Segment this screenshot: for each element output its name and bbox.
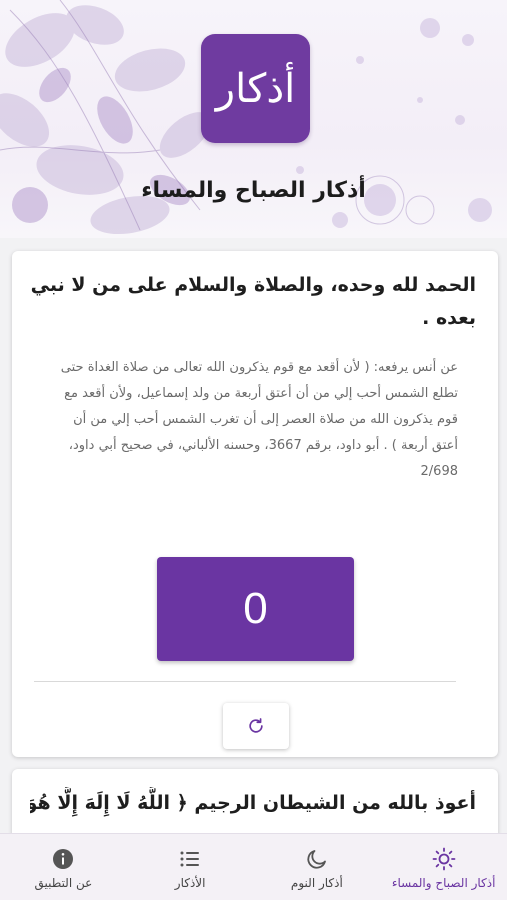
- divider: [34, 681, 456, 682]
- nav-label: أذكار الصباح والمساء: [391, 876, 496, 890]
- nav-item-about[interactable]: عن التطبيق: [0, 834, 127, 900]
- logo-text: أذكار: [215, 65, 296, 112]
- nav-item-sleep[interactable]: أذكار النوم: [254, 834, 381, 900]
- app-header: أذكار أذكار الصباح والمساء: [0, 0, 507, 238]
- nav-item-morning-evening[interactable]: أذكار الصباح والمساء: [380, 834, 507, 900]
- moon-icon: [307, 850, 326, 869]
- nav-item-adhkar[interactable]: الأذكار: [127, 834, 254, 900]
- counter-button[interactable]: 0: [157, 557, 354, 661]
- sun-icon: [432, 847, 456, 871]
- reset-counter-button[interactable]: [223, 703, 289, 749]
- nav-label: عن التطبيق: [34, 876, 93, 890]
- list-icon: [180, 851, 200, 867]
- dhikr-text: أعوذ بالله من الشيطان الرجيم ﴿ اللَّهُ ل…: [30, 792, 476, 814]
- dhikr-text: الحمد لله وحده، والصلاة والسلام على من ل…: [30, 274, 476, 329]
- dhikr-card: الحمد لله وحده، والصلاة والسلام على من ل…: [12, 251, 498, 757]
- counter-value: 0: [243, 584, 268, 633]
- app-logo: أذكار: [201, 34, 310, 143]
- refresh-icon: [249, 718, 263, 733]
- nav-label: الأذكار: [174, 876, 206, 890]
- bottom-navigation: أذكار الصباح والمساء أذكار النوم الأذكار: [0, 833, 507, 900]
- info-icon: [53, 849, 74, 869]
- page-title: أذكار الصباح والمساء: [141, 178, 366, 203]
- nav-label: أذكار النوم: [290, 876, 343, 890]
- hadith-reference: عن أنس يرفعه: ( لأن أقعد مع قوم يذكرون ا…: [60, 360, 458, 479]
